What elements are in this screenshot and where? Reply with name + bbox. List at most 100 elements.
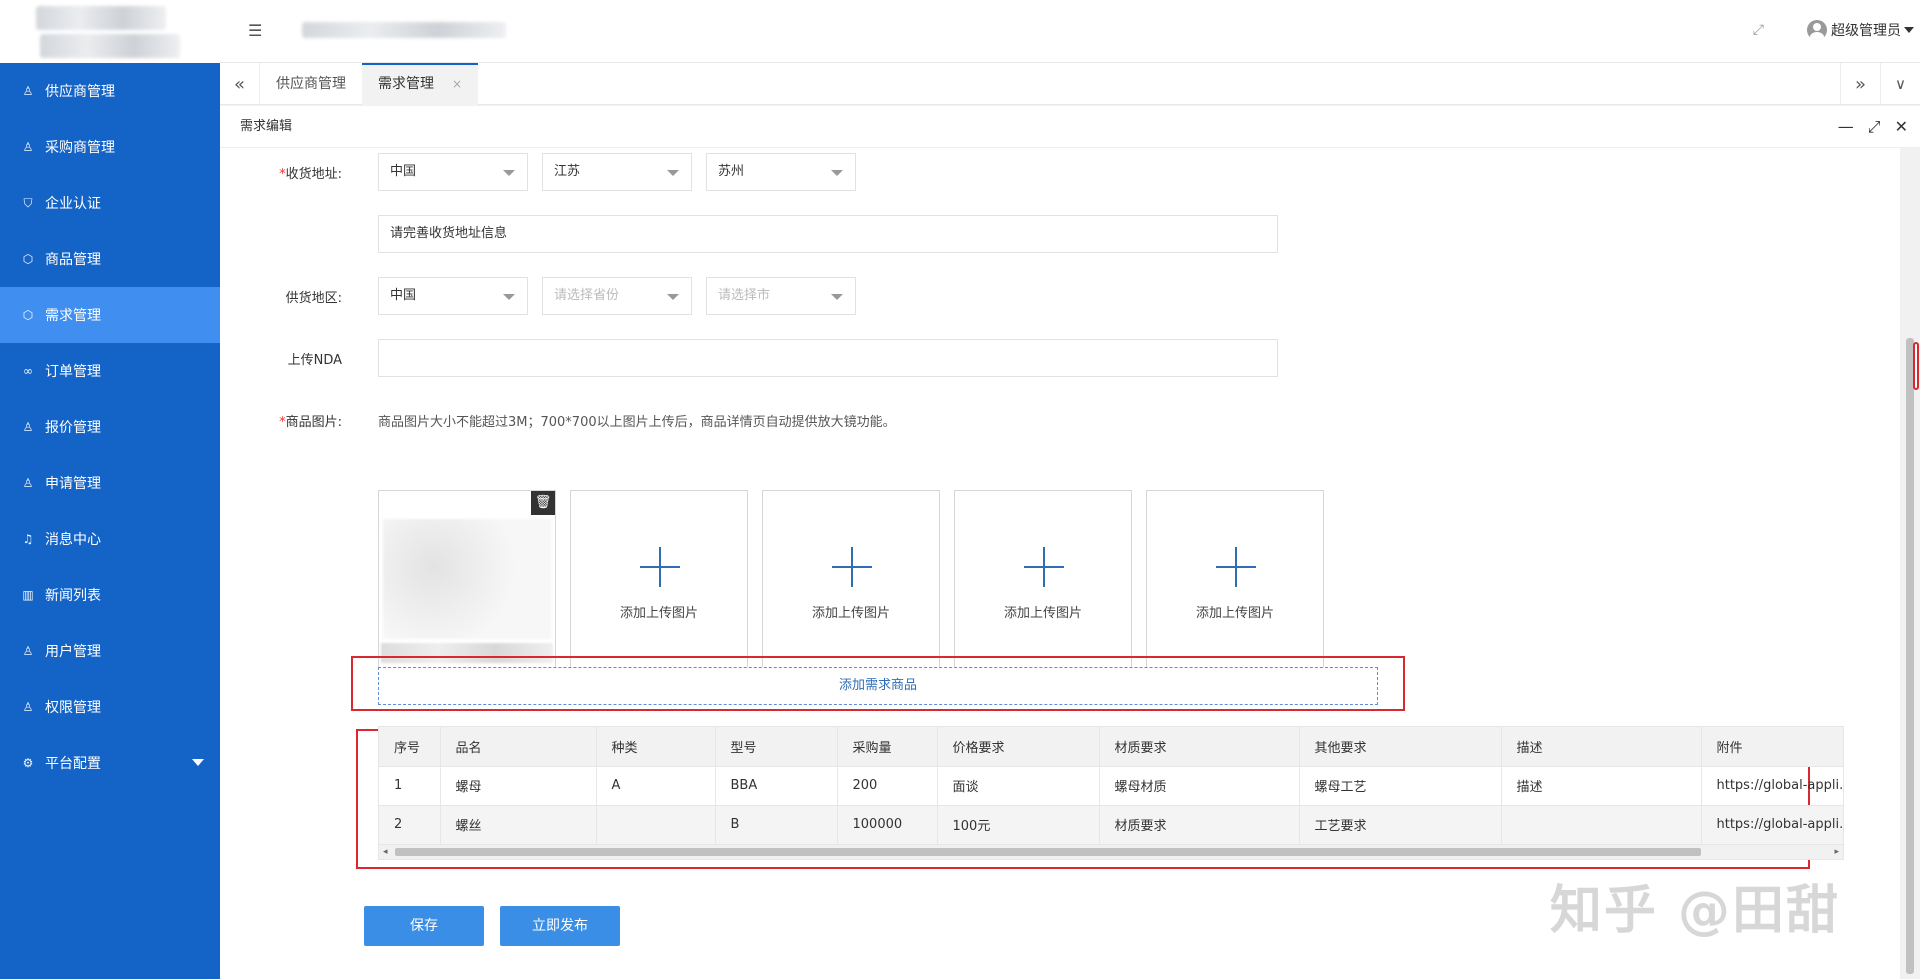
tab-bar: « 供应商管理 需求管理 × » ∨ [220, 63, 1920, 105]
panel-title: 需求编辑 [240, 119, 293, 134]
sidebar-item-users[interactable]: ♙ 用户管理 [0, 623, 220, 679]
table-cell: 螺丝 [440, 805, 597, 845]
tab-label: 供应商管理 [276, 76, 346, 92]
watermark: 知乎 @田甜 [1549, 881, 1840, 941]
add-image-slot[interactable]: 添加上传图片 [954, 490, 1132, 668]
minimize-icon[interactable]: — [1838, 106, 1854, 148]
scroll-left-icon[interactable]: ◂ [383, 847, 388, 857]
sidebar-item-quotes[interactable]: ♙ 报价管理 [0, 399, 220, 455]
add-image-slot[interactable]: 添加上传图片 [762, 490, 940, 668]
sidebar-item-label: 需求管理 [45, 308, 101, 324]
add-demand-goods-button[interactable]: 添加需求商品 [378, 667, 1378, 705]
table-cell: 螺母工艺 [1299, 766, 1502, 806]
table-row[interactable]: 2 螺丝 B 100000 100元 材质要求 工艺要求 https://global-app… [379, 805, 1843, 845]
cube-icon: ⬡ [22, 252, 34, 266]
sidebar-item-label: 订单管理 [45, 364, 101, 380]
table-cell: 工艺要求 [1299, 805, 1502, 845]
sidebar-item-certification[interactable]: ⛉ 企业认证 [0, 175, 220, 231]
table-row[interactable]: 1 螺母 A BBA 200 面谈 螺母材质 螺母工艺 描述 https://global-app… [379, 766, 1843, 806]
sidebar-item-label: 消息中心 [45, 532, 101, 548]
supply-area-label: 供货地区: [285, 291, 342, 306]
sidebar: ♙ 供应商管理 ♙ 采购商管理 ⛉ 企业认证 ⬡ 商品管理 ⬡ 需求管理 ∞ 订单管理 ♙ 报… [0, 0, 220, 979]
table-cell: 200 [837, 766, 938, 806]
column-header: 采购量 [837, 727, 938, 767]
caret-down-icon [192, 759, 204, 766]
fullscreen-icon[interactable]: ⤢ [1753, 22, 1764, 38]
sidebar-item-platform-config[interactable]: ⚙ 平台配置 [0, 735, 220, 791]
avatar [1807, 20, 1827, 40]
sidebar-item-messages[interactable]: ♫ 消息中心 [0, 511, 220, 567]
menu-toggle-icon[interactable]: ☰ [248, 21, 262, 40]
table-header-row: 序号 品名 种类 型号 采购量 价格要求 材质要求 其他要求 描述 附件 [379, 727, 1843, 767]
publish-button[interactable]: 立即发布 [500, 906, 620, 946]
table-cell: 螺母材质 [1099, 766, 1300, 806]
scroll-indicator [1913, 342, 1919, 390]
vertical-scrollbar[interactable] [1900, 148, 1920, 979]
sidebar-item-label: 申请管理 [45, 476, 101, 492]
add-image-slot[interactable]: 添加上传图片 [1146, 490, 1324, 668]
sidebar-item-label: 用户管理 [45, 644, 101, 660]
add-image-text: 添加上传图片 [1003, 606, 1082, 621]
cube-icon: ⬡ [22, 308, 34, 322]
supply-province-select[interactable]: 请选择省份 [542, 277, 692, 315]
chevron-down-icon[interactable]: ∨ [1880, 63, 1920, 105]
add-image-text: 添加上传图片 [619, 606, 698, 621]
supply-city-select[interactable]: 请选择市 [706, 277, 856, 315]
address-detail-input[interactable]: 请完善收货地址信息 [378, 215, 1278, 253]
sidebar-item-orders[interactable]: ∞ 订单管理 [0, 343, 220, 399]
product-image-label: *商品图片: [279, 415, 342, 430]
tab-demand[interactable]: 需求管理 × [362, 63, 479, 105]
column-header: 价格要求 [937, 727, 1100, 767]
table-cell: A [596, 766, 716, 806]
tab-scroll-right-icon[interactable]: » [1840, 63, 1880, 105]
shield-icon: ⛉ [23, 195, 33, 210]
scroll-right-icon[interactable]: ▸ [1834, 847, 1839, 857]
uploaded-image[interactable]: 🗑 [378, 490, 556, 668]
sidebar-item-label: 企业认证 [45, 196, 101, 212]
goods-table: 序号 品名 种类 型号 采购量 价格要求 材质要求 其他要求 描述 附件 1 螺母 A BBA 200 面谈… [378, 726, 1844, 860]
tab-scroll-left-icon[interactable]: « [220, 63, 260, 105]
table-cell: BBA [715, 766, 838, 806]
sidebar-item-applications[interactable]: ♙ 申请管理 [0, 455, 220, 511]
table-cell: https://global-appli... [1701, 805, 1843, 845]
column-header: 材质要求 [1099, 727, 1300, 767]
sidebar-item-purchaser[interactable]: ♙ 采购商管理 [0, 119, 220, 175]
panel-header: 需求编辑 — ⤢ ✕ [220, 106, 1920, 148]
table-cell: 100000 [837, 805, 938, 845]
nda-upload-input[interactable] [378, 339, 1278, 377]
add-image-text: 添加上传图片 [811, 606, 890, 621]
sidebar-item-supplier[interactable]: ♙ 供应商管理 [0, 63, 220, 119]
sidebar-item-label: 报价管理 [45, 420, 101, 436]
tab-label: 需求管理 [378, 76, 434, 92]
caret-down-icon [1904, 27, 1914, 33]
trash-icon[interactable]: 🗑 [531, 491, 555, 515]
infinity-icon: ∞ [23, 364, 33, 378]
city-select[interactable]: 苏州 [706, 153, 856, 191]
supply-country-select[interactable]: 中国 [378, 277, 528, 315]
province-select[interactable]: 江苏 [542, 153, 692, 191]
horizontal-scrollbar[interactable]: ◂ ▸ [379, 845, 1843, 859]
table-cell: 2 [379, 805, 441, 845]
maximize-icon[interactable]: ⤢ [1868, 106, 1881, 148]
close-icon[interactable]: ✕ [1895, 106, 1908, 148]
user-menu[interactable]: 超级管理员 [1807, 20, 1914, 40]
sidebar-item-demand[interactable]: ⬡ 需求管理 [0, 287, 220, 343]
column-header: 附件 [1701, 727, 1843, 767]
table-cell: 100元 [937, 805, 1100, 845]
add-image-slot[interactable]: 添加上传图片 [570, 490, 748, 668]
sidebar-item-permissions[interactable]: ♙ 权限管理 [0, 679, 220, 735]
country-select[interactable]: 中国 [378, 153, 528, 191]
user-icon: ♙ [22, 140, 34, 154]
close-icon[interactable]: × [452, 77, 462, 91]
sidebar-item-goods[interactable]: ⬡ 商品管理 [0, 231, 220, 287]
tab-supplier[interactable]: 供应商管理 [260, 63, 362, 105]
sidebar-item-news[interactable]: ▥ 新闻列表 [0, 567, 220, 623]
column-header: 序号 [379, 727, 441, 767]
sidebar-item-label: 权限管理 [45, 700, 101, 716]
table-cell: 描述 [1501, 766, 1702, 806]
plus-icon [1024, 547, 1064, 587]
table-cell: 1 [379, 766, 441, 806]
table-cell: 材质要求 [1099, 805, 1300, 845]
save-button[interactable]: 保存 [364, 906, 484, 946]
table-cell [596, 805, 716, 845]
